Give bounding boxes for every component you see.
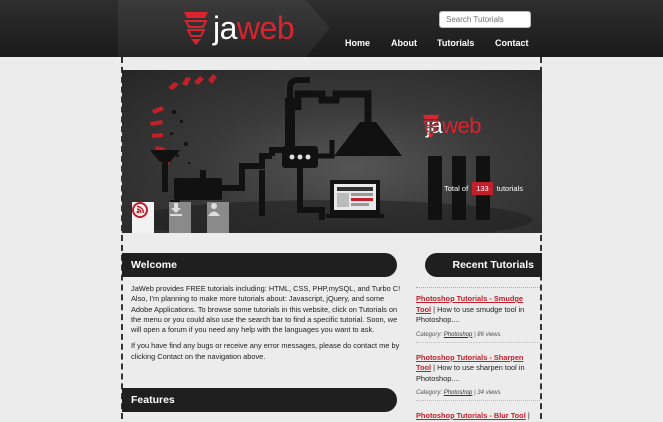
rss-icon [132,202,148,218]
recent-tutorials-list: Photoshop Tutorials - Smudge Tool | How … [416,287,540,422]
nav-contact[interactable]: Contact [495,38,529,48]
list-item: Photoshop Tutorials - Blur Tool | [416,411,540,422]
category-link[interactable]: Photoshop [444,332,473,338]
tutorial-desc: | How to use smudge tool in Photoshop...… [416,304,525,325]
tutorial-meta: Category: Photoshop | 86 views [416,332,540,343]
hero-banner: jaweb Total of 133 tutorials [122,70,542,233]
site-logo[interactable]: jaweb [183,8,295,48]
nav-home[interactable]: Home [345,38,370,48]
divider [416,287,540,288]
features-heading: Features [122,388,397,412]
welcome-paragraph-1: JaWeb provides FREE tutorials including:… [131,284,401,335]
category-link[interactable]: Photoshop [444,390,473,396]
banner-logo-mark-icon [422,114,440,138]
site-header: jaweb Home About Tutorials Contact [0,0,663,57]
download-icon [170,203,182,216]
rss-tile[interactable] [132,202,154,233]
welcome-content: JaWeb provides FREE tutorials including:… [131,284,407,368]
list-item: Photoshop Tutorials - Smudge Tool | How … [416,294,540,343]
welcome-heading: Welcome [122,253,397,277]
download-tile[interactable] [169,202,191,233]
recent-tutorials-heading: Recent Tutorials [425,253,542,277]
tutorial-count-badge: 133 [472,182,493,195]
logo-mark-icon [183,10,209,46]
user-tile[interactable] [207,202,229,233]
banner-logo: jaweb [422,113,481,139]
tutorial-meta: Category: Photoshop | 34 views [416,390,540,401]
list-item: Photoshop Tutorials - Sharpen Tool | How… [416,353,540,401]
nav-about[interactable]: About [391,38,417,48]
logo-text: jaweb [213,9,295,46]
tutorial-desc: | How to use sharpen tool in Photoshop..… [416,363,525,383]
search-input[interactable] [439,11,531,28]
nav-tutorials[interactable]: Tutorials [437,38,474,48]
tutorial-counter: Total of 133 tutorials [444,182,523,195]
welcome-paragraph-2: If you have find any bugs or receive any… [131,341,400,361]
user-icon [208,203,220,216]
